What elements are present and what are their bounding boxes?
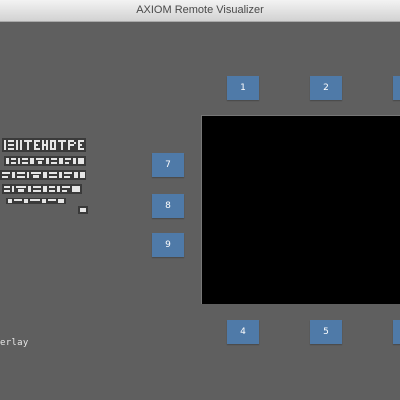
button-6[interactable]: 6 bbox=[393, 320, 400, 344]
button-1[interactable]: 1 bbox=[227, 76, 259, 100]
display-viewport bbox=[201, 115, 400, 304]
title-bar[interactable]: AXIOM Remote Visualizer bbox=[0, 0, 400, 22]
pixel-noise-graphic bbox=[0, 134, 92, 220]
button-2[interactable]: 2 bbox=[310, 76, 342, 100]
app-window: AXIOM Remote Visualizer 1 2 3 7 8 9 4 5 … bbox=[0, 0, 400, 400]
button-7[interactable]: 7 bbox=[152, 153, 184, 177]
button-4[interactable]: 4 bbox=[227, 320, 259, 344]
button-8[interactable]: 8 bbox=[152, 194, 184, 218]
overlay-label: erlay bbox=[0, 338, 29, 348]
button-9[interactable]: 9 bbox=[152, 233, 184, 257]
button-5[interactable]: 5 bbox=[310, 320, 342, 344]
button-3[interactable]: 3 bbox=[393, 76, 400, 100]
window-title: AXIOM Remote Visualizer bbox=[136, 4, 264, 16]
